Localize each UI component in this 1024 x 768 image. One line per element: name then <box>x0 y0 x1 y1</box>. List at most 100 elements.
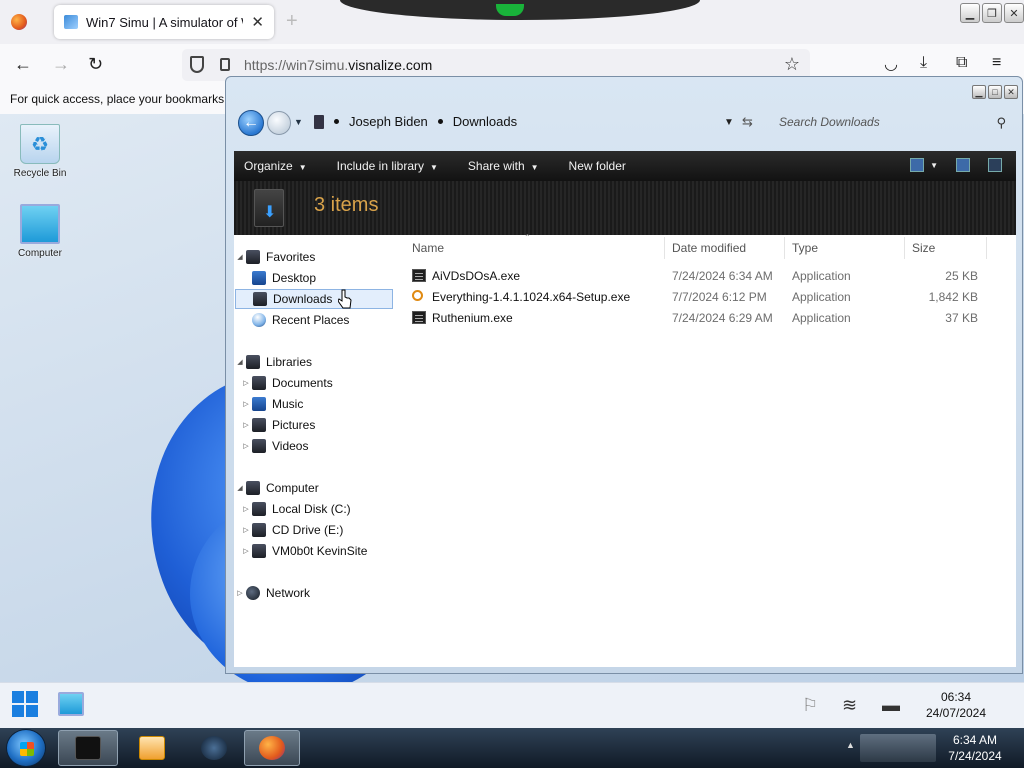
taskbar-explorer-button[interactable] <box>58 730 118 766</box>
pocket-icon[interactable]: ◡ <box>884 54 898 74</box>
start-orb-icon[interactable] <box>6 729 46 767</box>
new-folder-button[interactable]: New folder <box>569 159 626 173</box>
help-icon[interactable] <box>988 158 1002 172</box>
nav-pictures[interactable]: ▷ Pictures <box>243 415 410 435</box>
column-header-date-modified[interactable]: Date modified <box>672 241 746 255</box>
collapsed-arrow-icon[interactable]: ▷ <box>240 547 252 555</box>
column-header-name[interactable]: Name <box>412 241 444 255</box>
back-icon[interactable]: ← <box>14 54 32 75</box>
expanded-arrow-icon[interactable]: ◢ <box>234 358 246 366</box>
nav-computer[interactable]: ◢ Computer <box>234 478 392 498</box>
extensions-icon[interactable]: ⧉ <box>956 54 967 72</box>
window-controls: ▁ ❐ ✕ <box>960 3 1024 23</box>
host-clock[interactable]: 06:34 24/07/2024 <box>914 689 998 721</box>
forward-icon[interactable]: → <box>52 54 70 75</box>
shield-icon[interactable] <box>190 56 204 73</box>
collapsed-arrow-icon[interactable]: ▷ <box>240 526 252 534</box>
battery-icon[interactable]: ▬ <box>882 695 900 716</box>
nav-cd-drive[interactable]: ▷ CD Drive (E:) <box>243 520 410 540</box>
refresh-icon[interactable]: ⇆ <box>742 114 753 130</box>
taskbar-globe-button[interactable] <box>184 730 244 766</box>
nav-documents[interactable]: ▷ Documents <box>243 373 410 393</box>
chevron-down-icon[interactable]: ▼ <box>930 161 938 170</box>
star-icon[interactable]: ☆ <box>784 54 800 75</box>
menu-icon[interactable]: ≡ <box>992 54 1001 72</box>
nav-libraries[interactable]: ◢ Libraries <box>234 352 392 372</box>
expanded-arrow-icon[interactable]: ◢ <box>234 484 246 492</box>
nav-videos[interactable]: ▷ Videos <box>243 436 410 456</box>
file-size: 25 KB <box>945 269 978 283</box>
minimize-icon[interactable]: ▁ <box>972 85 986 99</box>
win7-clock[interactable]: 6:34 AM 7/24/2024 <box>940 732 1010 764</box>
notification-area[interactable] <box>860 734 936 762</box>
firefox-icon[interactable] <box>11 14 27 30</box>
expanded-arrow-icon[interactable]: ◢ <box>234 253 246 261</box>
breadcrumb-separator-icon[interactable] <box>334 119 339 124</box>
collapsed-arrow-icon[interactable]: ▷ <box>240 421 252 429</box>
nav-downloads[interactable]: Downloads <box>235 289 393 309</box>
forward-button[interactable] <box>267 111 291 135</box>
minimize-icon[interactable]: ▁ <box>960 3 980 23</box>
share-with-button[interactable]: Share with ▼ <box>468 159 539 173</box>
nav-local-disk[interactable]: ▷ Local Disk (C:) <box>243 499 410 519</box>
search-icon[interactable]: ⚲ <box>996 115 1006 131</box>
close-icon[interactable]: ✕ <box>1004 3 1024 23</box>
maximize-icon[interactable]: ❐ <box>982 3 1002 23</box>
folder-icon[interactable] <box>314 114 324 129</box>
explorer-icon <box>75 736 101 760</box>
hard-disk-icon <box>252 502 266 516</box>
reload-icon[interactable]: ↻ <box>88 54 103 75</box>
breadcrumb-item-downloads[interactable]: Downloads <box>453 114 517 129</box>
column-divider[interactable] <box>986 237 987 259</box>
download-icon[interactable]: ⤓ <box>920 54 927 72</box>
column-divider[interactable] <box>664 237 665 259</box>
browser-tab[interactable]: Win7 Simu | A simulator of Windows 7 ✕ <box>54 5 274 39</box>
videos-icon <box>252 439 266 453</box>
nav-desktop[interactable]: Desktop <box>252 268 410 288</box>
recent-pages-dropdown-icon[interactable]: ▼ <box>294 117 303 127</box>
table-row[interactable]: AiVDsDOsA.exe 7/24/2024 6:34 AM Applicat… <box>404 266 1016 286</box>
tab-close-icon[interactable]: ✕ <box>251 13 264 31</box>
address-dropdown-icon[interactable]: ▼ <box>724 117 734 128</box>
desktop-icon-recycle-bin[interactable]: ♻ Recycle Bin <box>10 124 70 179</box>
new-tab-button[interactable]: + <box>286 10 298 33</box>
breadcrumb-item-user[interactable]: Joseph Biden <box>349 114 428 129</box>
search-input[interactable]: Search Downloads <box>771 113 1011 133</box>
organize-button[interactable]: Organize ▼ <box>244 159 307 173</box>
column-header-size[interactable]: Size <box>912 241 935 255</box>
desktop-icon-computer[interactable]: Computer <box>10 204 70 259</box>
breadcrumb-separator-icon[interactable] <box>437 119 443 124</box>
taskbar-media-player-button[interactable] <box>122 730 182 766</box>
back-button[interactable]: ← <box>238 110 264 136</box>
url-text[interactable]: https://win7simu.visnalize.com <box>244 57 432 73</box>
table-row[interactable]: Ruthenium.exe 7/24/2024 6:29 AM Applicat… <box>404 308 1016 328</box>
win7simu-taskbar-icon[interactable] <box>58 692 84 716</box>
collapsed-arrow-icon[interactable]: ▷ <box>240 442 252 450</box>
change-view-icon[interactable] <box>910 158 925 172</box>
nav-favorites[interactable]: ◢ Favorites <box>234 247 392 267</box>
column-header-type[interactable]: Type <box>792 241 818 255</box>
taskbar-firefox-button[interactable] <box>244 730 300 766</box>
collapsed-arrow-icon[interactable]: ▷ <box>240 379 252 387</box>
maximize-icon[interactable]: □ <box>988 85 1002 99</box>
recycle-bin-icon: ♻ <box>20 124 60 164</box>
column-divider[interactable] <box>784 237 785 259</box>
collapsed-arrow-icon[interactable]: ▷ <box>240 400 252 408</box>
nav-recent-places[interactable]: Recent Places <box>252 310 410 330</box>
win7-taskbar: ▲ 6:34 AM 7/24/2024 <box>0 728 1024 768</box>
nav-vm-site[interactable]: ▷ VM0b0t KevinSite <box>243 541 410 561</box>
nav-music[interactable]: ▷ Music <box>243 394 410 414</box>
show-hidden-icons-icon[interactable]: ▲ <box>846 740 855 750</box>
windows-start-icon[interactable] <box>12 691 38 717</box>
lock-icon[interactable] <box>220 58 230 71</box>
table-row[interactable]: Everything-1.4.1.1024.x64-Setup.exe 7/7/… <box>404 287 1016 307</box>
flag-icon[interactable]: ⚐ <box>802 695 818 716</box>
wifi-icon[interactable]: ≋ <box>842 695 857 716</box>
nav-network[interactable]: ▷ Network <box>234 583 392 603</box>
column-divider[interactable] <box>904 237 905 259</box>
collapsed-arrow-icon[interactable]: ▷ <box>240 505 252 513</box>
preview-pane-icon[interactable] <box>956 158 970 172</box>
include-in-library-button[interactable]: Include in library ▼ <box>337 159 438 173</box>
collapsed-arrow-icon[interactable]: ▷ <box>234 589 246 597</box>
close-icon[interactable]: ✕ <box>1004 85 1018 99</box>
